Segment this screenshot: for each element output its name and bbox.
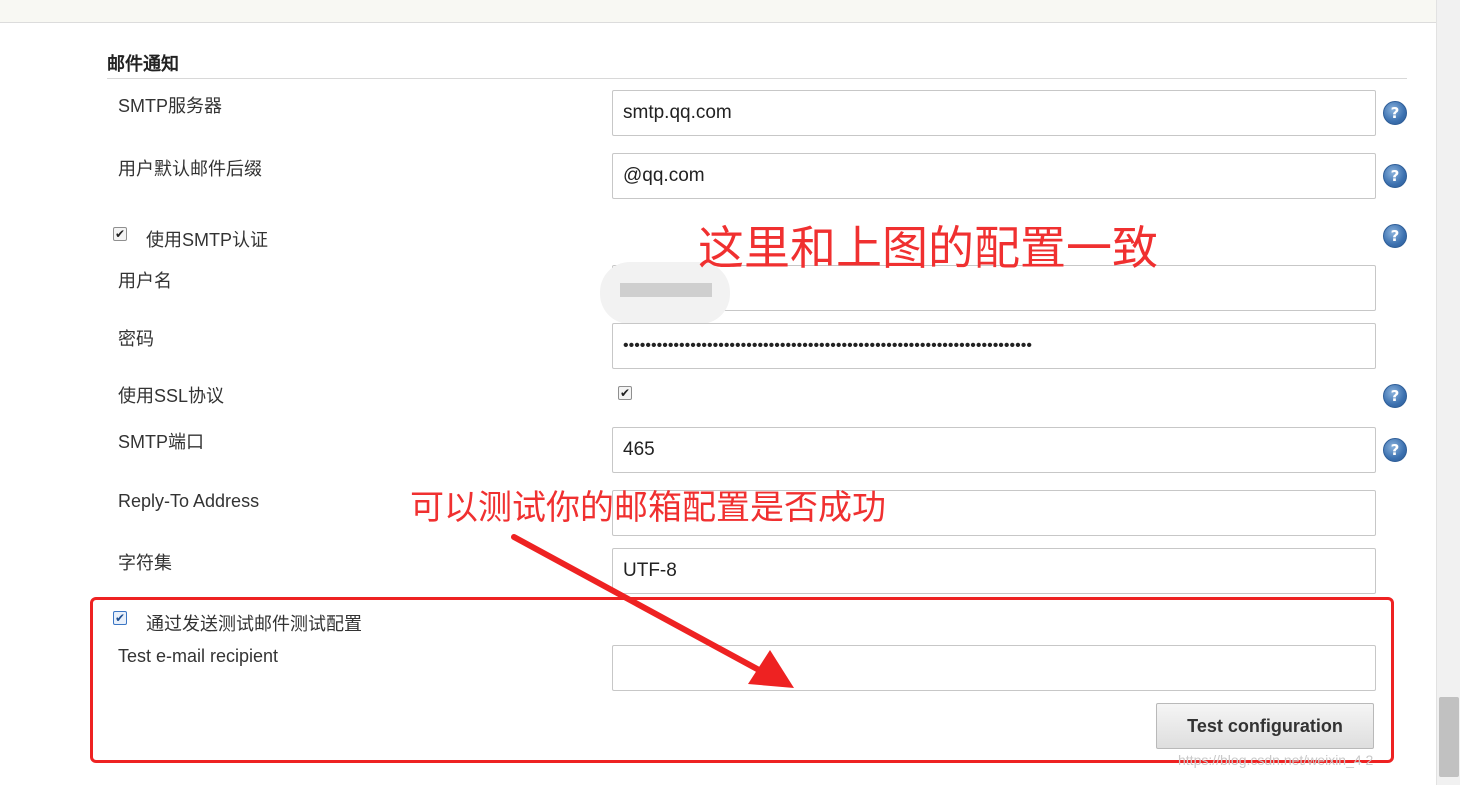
help-icon[interactable]: ? [1383,438,1407,462]
help-icon[interactable]: ? [1383,224,1407,248]
vertical-scrollbar[interactable] [1436,0,1460,785]
password-label: 密码 [118,329,154,349]
password-input[interactable]: ••••••••••••••••••••••••••••••••••••••••… [612,323,1376,369]
section-title: 邮件通知 [107,54,179,74]
smtp-server-input[interactable]: smtp.qq.com [612,90,1376,136]
help-icon[interactable]: ? [1383,384,1407,408]
smtp-port-label: SMTP端口 [118,432,205,452]
default-suffix-label: 用户默认邮件后缀 [118,159,262,179]
help-icon[interactable]: ? [1383,164,1407,188]
annotation-config-note: 这里和上图的配置一致 [698,221,1158,275]
help-icon[interactable]: ? [1383,101,1407,125]
redacted-username-bar [620,283,712,297]
annotation-test-note: 可以测试你的邮箱配置是否成功 [410,488,886,528]
smtp-auth-label: 使用SMTP认证 [146,230,269,250]
top-toolbar-strip [0,0,1436,23]
smtp-port-input[interactable]: 465 [612,427,1376,473]
reply-to-label: Reply-To Address [118,491,260,511]
ssl-checkbox[interactable]: ✔ [618,386,632,400]
default-suffix-input[interactable]: @qq.com [612,153,1376,199]
smtp-auth-checkbox[interactable]: ✔ [113,227,127,241]
charset-input[interactable]: UTF-8 [612,548,1376,594]
section-divider [107,78,1407,79]
annotation-highlight-box [90,597,1394,763]
charset-label: 字符集 [118,553,172,573]
scrollbar-thumb[interactable] [1439,697,1459,777]
smtp-server-label: SMTP服务器 [118,96,223,116]
ssl-label: 使用SSL协议 [118,386,225,406]
watermark-text: https://blog.csdn.net/weixin_4 2 [1178,752,1374,768]
username-label: 用户名 [118,271,172,291]
